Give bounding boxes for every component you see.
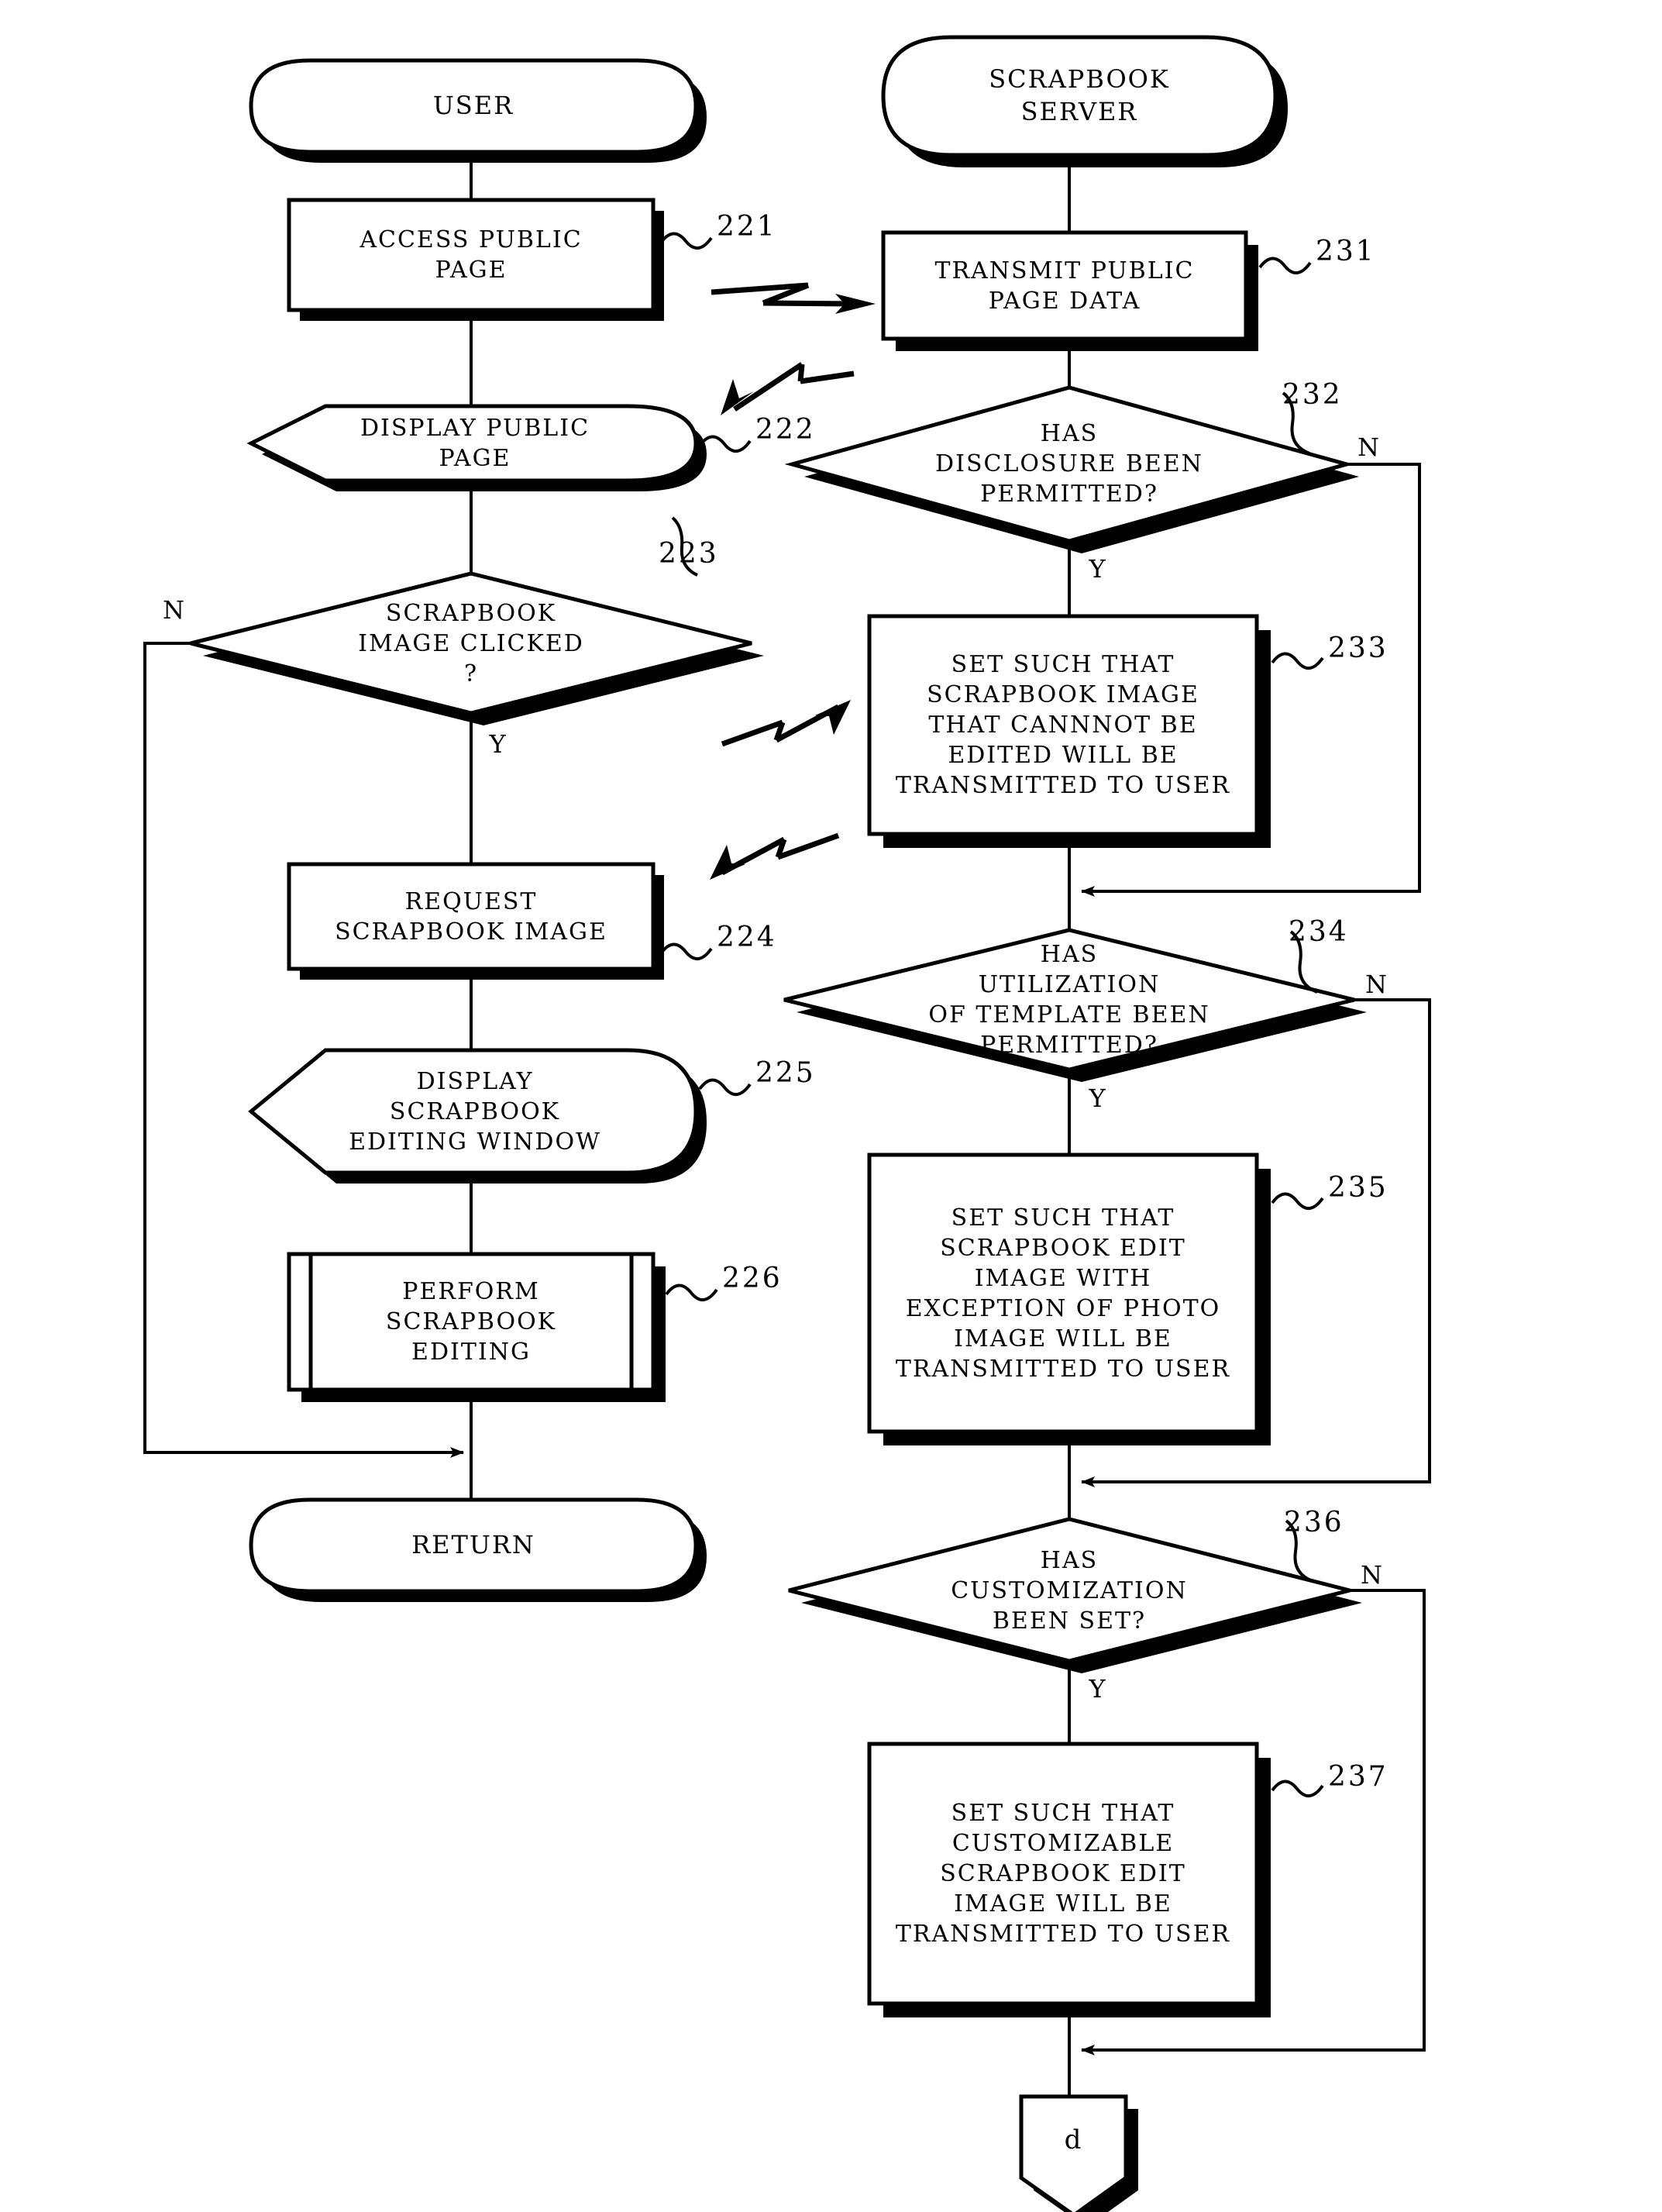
node-231-label: TRANSMIT PUBLIC PAGE DATA (934, 257, 1195, 315)
node-226-label: PERFORM SCRAPBOOK EDITING (385, 1278, 557, 1366)
ref-237: 237 (1328, 1760, 1388, 1793)
node-237-label: SET SUCH THAT CUSTOMIZABLE SCRAPBOOK EDIT I… (895, 1800, 1231, 1948)
node-236-label: HAS CUSTOMIZATION BEEN SET? (951, 1546, 1188, 1635)
node-225-label: DISPLAY SCRAPBOOK EDITING WINDOW (349, 1067, 601, 1156)
node-233-label: SET SUCH THAT SCRAPBOOK IMAGE THAT CANNNOT… (895, 651, 1231, 799)
leader-233 (1271, 652, 1324, 670)
leader-224 (659, 942, 713, 960)
node-221-label: ACCESS PUBLIC PAGE (360, 226, 583, 284)
ref-221: 221 (717, 210, 777, 243)
flowchart-vector-layer (143, 35, 1431, 2212)
branch-236-no: N (1361, 1560, 1384, 1590)
return-terminal-label: RETURN (411, 1530, 535, 1560)
node-223-label: SCRAPBOOK IMAGE CLICKED? (358, 599, 584, 687)
branch-232-yes: Y (1089, 554, 1107, 584)
node-222-label: DISPLAY PUBLIC PAGE (360, 415, 590, 472)
ref-233: 233 (1328, 632, 1388, 664)
ref-232: 232 (1282, 378, 1343, 411)
branch-234-no: N (1365, 970, 1388, 1000)
branch-223-yes: Y (489, 729, 508, 760)
connector-d-label: d (1064, 2124, 1083, 2155)
node-235-label: SET SUCH THAT SCRAPBOOK EDIT IMAGE WITH EXC… (895, 1204, 1231, 1383)
node-234-label: HAS UTILIZATION OF TEMPLATE BEEN PERMITTED? (928, 941, 1210, 1059)
branch-232-no: N (1357, 432, 1381, 463)
ref-223: 223 (659, 537, 719, 570)
ref-234: 234 (1289, 915, 1349, 948)
ref-222: 222 (755, 413, 816, 446)
comm-arrow-set-to-request (721, 832, 840, 876)
leader-225 (698, 1078, 752, 1096)
leader-231 (1258, 257, 1312, 274)
node-232-label: HAS DISCLOSURE BEEN PERMITTED? (935, 419, 1203, 508)
branch-223-no: N (163, 595, 186, 625)
user-terminal-label: USER (432, 91, 514, 121)
ref-224: 224 (717, 921, 777, 953)
branch-236-yes: Y (1089, 1674, 1107, 1704)
comm-arrow-request-public-page (711, 282, 853, 307)
ref-235: 235 (1328, 1171, 1388, 1204)
leader-235 (1271, 1192, 1324, 1210)
comm-arrow-public-page-data (733, 362, 855, 412)
ref-231: 231 (1316, 235, 1376, 267)
node-224-label: REQUEST SCRAPBOOK IMAGE (335, 887, 607, 946)
ref-226: 226 (722, 1262, 783, 1294)
comm-arrows (710, 282, 876, 880)
leader-222 (698, 435, 752, 453)
ref-225: 225 (755, 1056, 816, 1089)
leader-226 (665, 1283, 718, 1301)
server-terminal-label: SCRAPBOOK SERVER (989, 64, 1170, 126)
leader-221 (659, 232, 713, 250)
flowchart-canvas: USER ACCESS PUBLIC PAGE 221 DISPLAY PUBLI… (0, 0, 1662, 2212)
leader-237 (1271, 1780, 1324, 1797)
branch-234-yes: Y (1089, 1084, 1107, 1114)
ref-236: 236 (1284, 1506, 1344, 1538)
comm-arrow-clicked-to-set (721, 704, 840, 747)
